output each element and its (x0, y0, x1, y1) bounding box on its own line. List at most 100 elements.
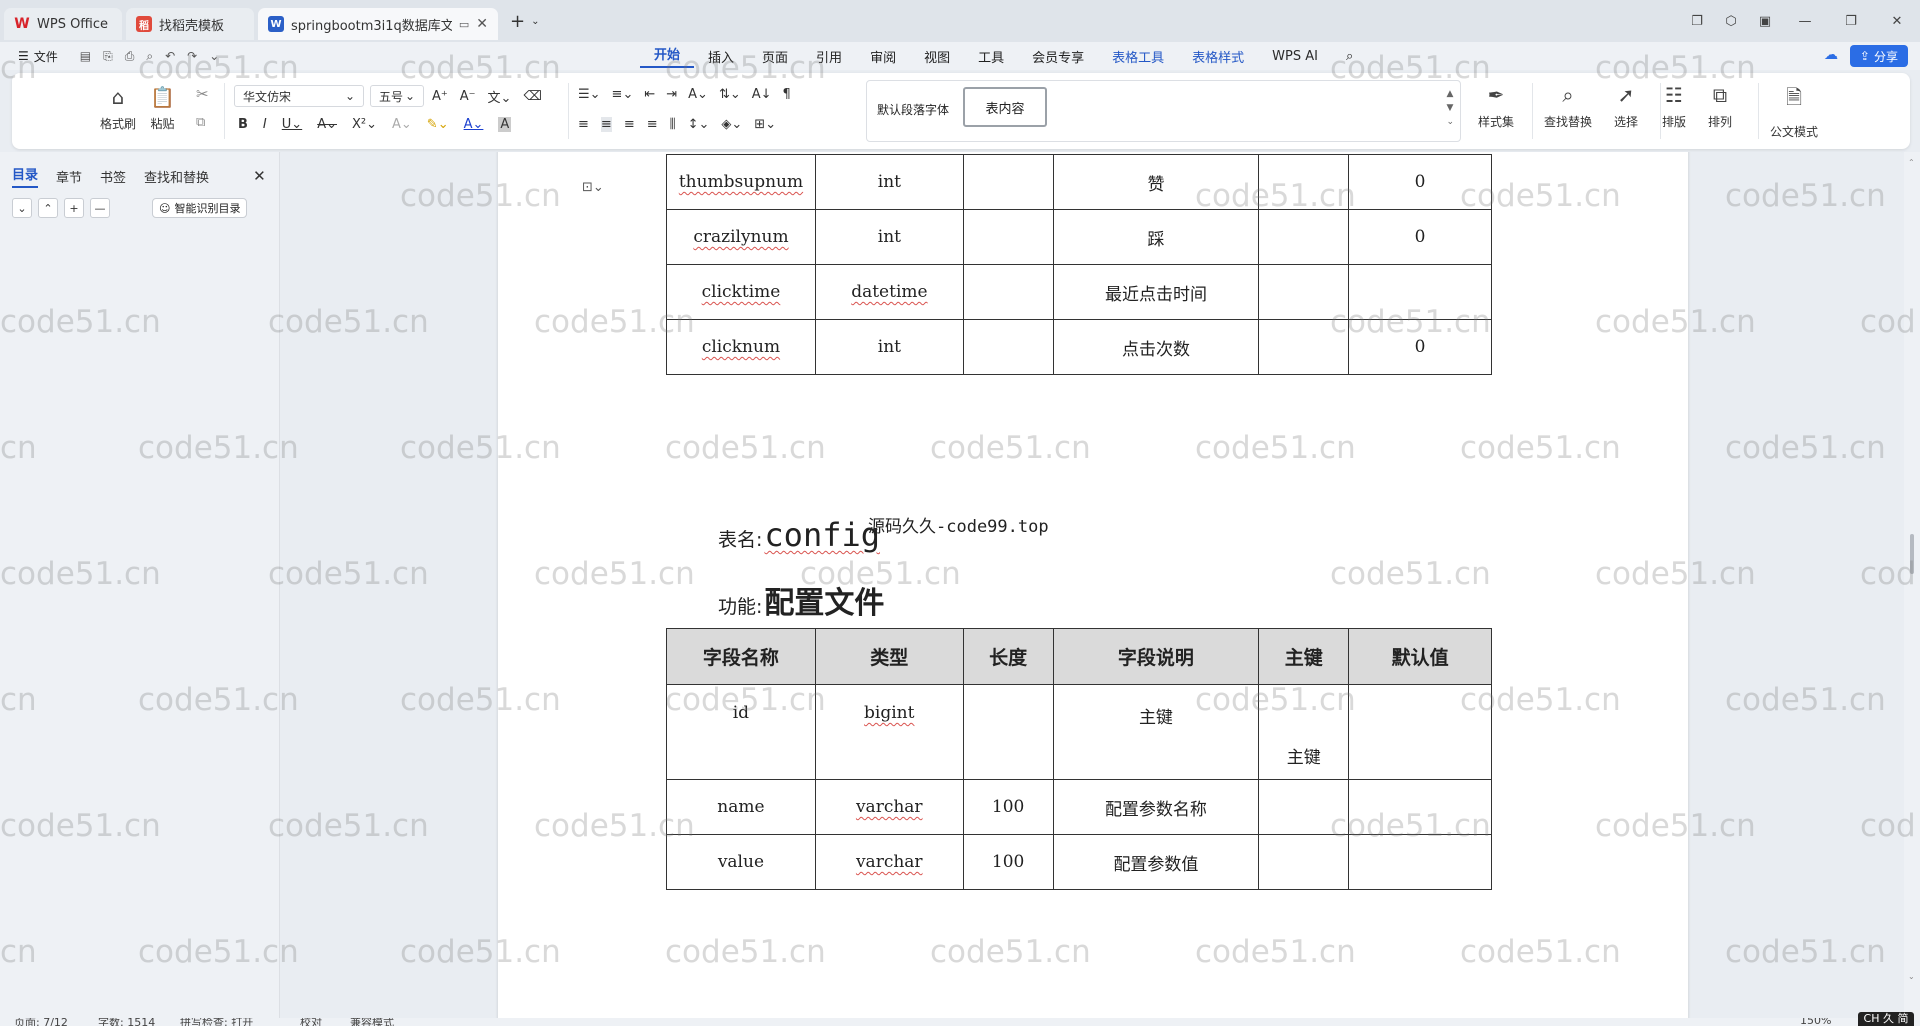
field-default-cell[interactable] (1348, 779, 1492, 835)
field-name-cell[interactable]: value (666, 834, 816, 890)
remove-heading-icon[interactable]: — (90, 198, 110, 218)
field-name-cell[interactable]: clicktime (666, 264, 816, 320)
close-window-icon[interactable]: ✕ (1874, 14, 1920, 29)
menu-insert[interactable]: 插入 (694, 47, 748, 66)
field-desc-cell[interactable]: 配置参数值 (1052, 834, 1260, 890)
field-pk-cell[interactable] (1258, 319, 1350, 375)
field-desc-cell[interactable]: 点击次数 (1052, 319, 1260, 375)
style-table-content[interactable]: 表内容 (963, 87, 1047, 127)
strikethrough-icon[interactable]: A⌄ (317, 117, 337, 132)
highlight-icon[interactable]: ✎⌄ (427, 117, 449, 132)
menu-tools[interactable]: 工具 (964, 47, 1018, 66)
grow-font-icon[interactable]: A⁺ (432, 89, 448, 104)
field-default-cell[interactable] (1348, 834, 1492, 890)
official-mode-button[interactable]: 🗎 公文模式 (1770, 83, 1818, 140)
menu-review[interactable]: 审阅 (856, 47, 910, 66)
field-name-cell[interactable]: name (666, 779, 816, 835)
field-name-cell[interactable]: clicknum (666, 319, 816, 375)
tab-wps-office[interactable]: W WPS Office (4, 8, 122, 40)
italic-icon[interactable]: I (263, 117, 267, 132)
undo-icon[interactable]: ↶ (165, 49, 175, 64)
font-color-icon[interactable]: A⌄ (464, 117, 484, 132)
field-desc-cell[interactable]: 踩 (1052, 209, 1260, 265)
header-pk[interactable]: 主键 (1258, 628, 1350, 685)
search-icon[interactable]: ⌕ (1332, 49, 1367, 64)
plus-icon[interactable]: + (510, 11, 525, 32)
field-pk-cell[interactable] (1258, 264, 1350, 320)
select-button[interactable]: ➚ 选择 (1614, 83, 1638, 130)
font-size-select[interactable]: 五号 ⌄ (370, 85, 424, 107)
restore-icon[interactable]: ❐ (1828, 14, 1874, 29)
field-length-cell[interactable] (962, 319, 1054, 375)
status-page[interactable]: 页面: 7/12 (14, 1018, 68, 1026)
export-pdf-icon[interactable]: ⎘ (103, 49, 113, 64)
field-length-cell[interactable]: 100 (962, 779, 1054, 835)
justify-icon[interactable]: ≡ (647, 117, 658, 132)
field-type-cell[interactable]: int (814, 319, 964, 375)
nav-tab-find[interactable]: 查找和替换 (144, 167, 209, 186)
field-name-cell[interactable]: thumbsupnum (666, 154, 816, 210)
monitor-icon[interactable]: ▭ (459, 18, 469, 31)
chevron-down-icon[interactable]: ⌄ (531, 16, 539, 27)
distribute-icon[interactable]: ⫼ (670, 117, 676, 132)
nav-tab-toc[interactable]: 目录 (12, 164, 39, 188)
chevron-down-icon[interactable]: ⌄ (209, 49, 219, 64)
phonetic-icon[interactable]: 文⌄ (488, 87, 512, 106)
style-set-button[interactable]: ✒ 样式集 (1478, 83, 1514, 130)
sort-az-icon[interactable]: A↓ (752, 87, 772, 102)
arrange-button[interactable]: ⧉ 排列 (1708, 83, 1732, 130)
bullet-list-icon[interactable]: ☰⌄ (578, 87, 601, 102)
field-type-cell[interactable]: varchar (814, 779, 964, 835)
field-name-cell[interactable]: id (666, 684, 816, 780)
menu-table-tools[interactable]: 表格工具 (1098, 47, 1178, 66)
field-length-cell[interactable] (962, 209, 1054, 265)
share-button[interactable]: ⇪ 分享 (1849, 45, 1908, 67)
field-default-cell[interactable]: 0 (1348, 209, 1492, 265)
table-name-line[interactable]: 表名: config 源码久久-code99.top (718, 516, 1049, 554)
shrink-font-icon[interactable]: A⁻ (460, 89, 476, 104)
close-panel-icon[interactable]: ✕ (253, 167, 266, 185)
numbered-list-icon[interactable]: ≡⌄ (612, 87, 634, 102)
bold-icon[interactable]: B (238, 117, 248, 132)
decrease-indent-icon[interactable]: ⇤ (644, 87, 655, 102)
field-default-cell[interactable]: 0 (1348, 154, 1492, 210)
status-spellcheck[interactable]: 拼写检查: 打开 (180, 1018, 253, 1026)
borders-icon[interactable]: ⊞⌄ (754, 117, 776, 132)
nav-tab-chapter[interactable]: 章节 (56, 167, 82, 186)
header-field-name[interactable]: 字段名称 (666, 628, 816, 685)
tab-template[interactable]: 稻 找稻壳模板 (126, 8, 254, 40)
print-icon[interactable]: ⎙ (125, 49, 135, 64)
smart-toc-button[interactable]: ☺ 智能识别目录 (152, 198, 248, 218)
field-length-cell[interactable] (962, 154, 1054, 210)
window-layout-icon[interactable]: ❐ (1680, 14, 1714, 29)
menu-start[interactable]: 开始 (640, 44, 695, 68)
show-marks-icon[interactable]: ¶ (783, 87, 791, 102)
font-name-select[interactable]: 华文仿宋 ⌄ (234, 85, 364, 107)
field-desc-cell[interactable]: 配置参数名称 (1052, 779, 1260, 835)
cut-icon[interactable]: ✂ (196, 85, 209, 103)
tab-document[interactable]: W springbootm3i1q数据库文 ▭ ✕ (258, 8, 498, 40)
new-tab-button[interactable]: + ⌄ (510, 11, 539, 32)
vertical-scrollbar[interactable]: ⌃ ⌄ (1904, 152, 1920, 1018)
field-type-cell[interactable]: datetime (814, 264, 964, 320)
align-left-icon[interactable]: ≡ (578, 117, 589, 132)
cloud-upload-icon[interactable]: ☁ (1824, 47, 1838, 63)
field-pk-cell[interactable]: 主键 (1258, 684, 1350, 780)
copy-icon[interactable]: ⧉ (196, 115, 205, 130)
clear-format-icon[interactable]: ⌫ (523, 89, 541, 104)
expand-icon[interactable]: ⌄ (12, 198, 32, 218)
text-effect-icon[interactable]: A⌄ (392, 117, 412, 132)
save-icon[interactable]: ▤ (80, 49, 91, 64)
menu-reference[interactable]: 引用 (802, 47, 856, 66)
menu-view[interactable]: 视图 (910, 47, 964, 66)
field-length-cell[interactable] (962, 264, 1054, 320)
avatar[interactable]: ▣ (1748, 14, 1782, 29)
menu-wps-ai[interactable]: WPS AI (1258, 49, 1332, 64)
char-shading-icon[interactable]: A (498, 117, 512, 132)
header-length[interactable]: 长度 (962, 628, 1054, 685)
header-desc[interactable]: 字段说明 (1052, 628, 1260, 685)
field-pk-cell[interactable] (1258, 209, 1350, 265)
superscript-icon[interactable]: X²⌄ (352, 117, 377, 132)
file-menu[interactable]: ☰ 文件 (18, 48, 58, 65)
close-tab-icon[interactable]: ✕ (476, 16, 488, 32)
